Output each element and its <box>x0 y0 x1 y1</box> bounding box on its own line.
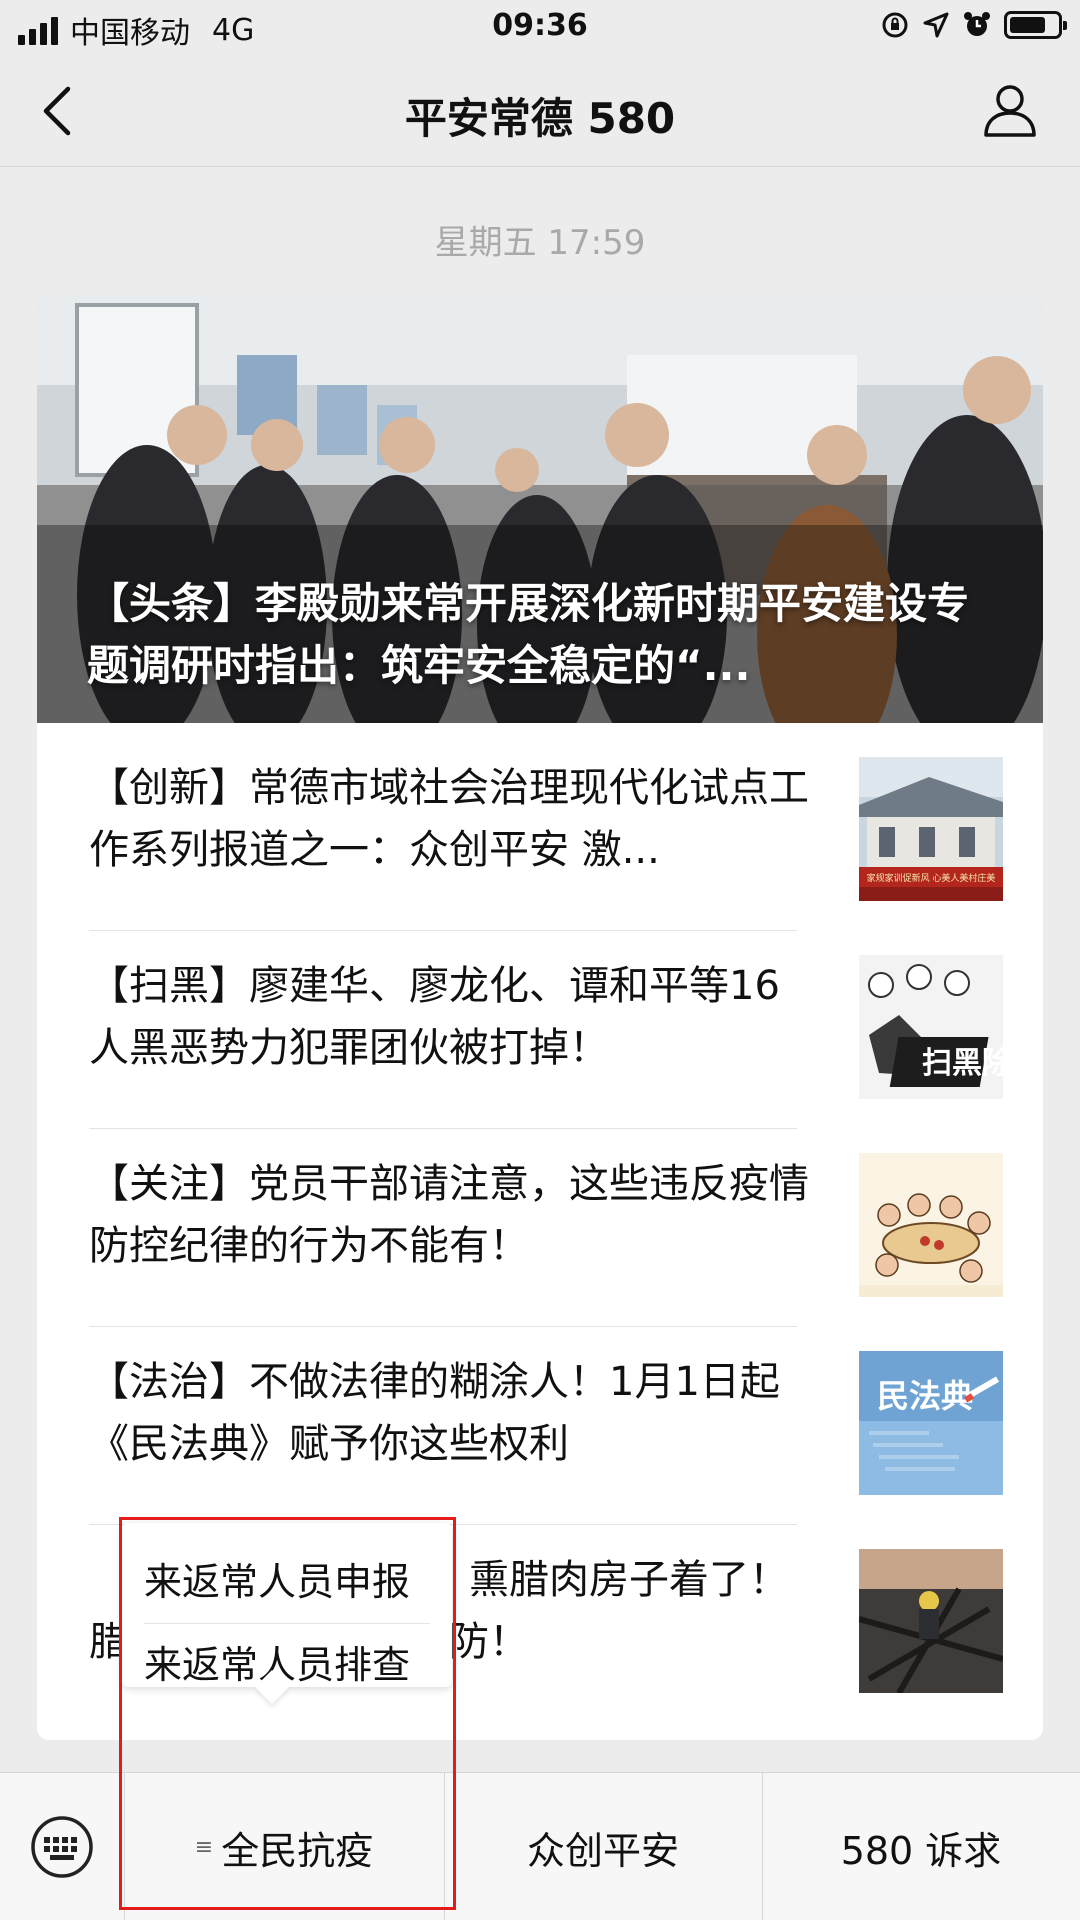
status-bar: 中国移动 4G 09:36 <box>0 0 1080 55</box>
headline-title: 【头条】李殿勋来常开展深化新时期平安建设专题调研时指出：筑牢安全稳定的“... <box>87 579 970 690</box>
article-title: 【创新】常德市域社会治理现代化试点工作系列报道之一：众创平安 激... <box>89 765 809 873</box>
article-item-2[interactable]: 【扫黑】廖建华、廖龙化、谭和平等16人黑恶势力犯罪团伙被打掉！ 扫黑除 <box>89 955 1003 1151</box>
article-thumbnail: 扫黑除 <box>859 955 1003 1099</box>
bottom-menu-bar: ≡ 全民抗疫 众创平安 580 诉求 <box>0 1772 1080 1920</box>
article-title: 【扫黑】廖建华、廖龙化、谭和平等16人黑恶势力犯罪团伙被打掉！ <box>89 963 780 1071</box>
svg-text:扫黑除: 扫黑除 <box>922 1046 1003 1081</box>
menu-button-label: 580 诉求 <box>840 1828 1002 1873</box>
article-thumbnail: 家规家训促新风 心美人美村庄美 <box>859 757 1003 901</box>
menu-button-safety[interactable]: 众创平安 <box>444 1773 762 1920</box>
article-thumbnail <box>859 1153 1003 1297</box>
nav-bar: 平安常德 580 <box>0 55 1080 167</box>
page-title: 平安常德 580 <box>404 94 676 143</box>
article-thumbnail: 民法典 <box>859 1351 1003 1495</box>
battery-icon <box>1004 11 1067 39</box>
svg-text:家规家训促新风 心美人美村庄美: 家规家训促新风 心美人美村庄美 <box>867 872 996 884</box>
rotation-lock-icon <box>882 12 908 38</box>
divider <box>89 930 797 931</box>
article-item-3[interactable]: 【关注】党员干部请注意，这些违反疫情防控纪律的行为不能有！ <box>89 1153 1003 1349</box>
article-thumbnail <box>859 1549 1003 1693</box>
menu-button-appeal[interactable]: 580 诉求 <box>762 1773 1080 1920</box>
battery-level <box>1010 17 1045 33</box>
submenu-item-declare[interactable]: 来返常人员申报 <box>122 1541 452 1623</box>
profile-icon[interactable] <box>982 81 1038 137</box>
submenu-indicator-icon: ≡ <box>194 1834 214 1860</box>
location-arrow-icon <box>923 12 949 38</box>
submenu-item-screening[interactable]: 来返常人员排查 <box>122 1624 452 1706</box>
divider <box>89 1128 797 1129</box>
article-title: 【法治】不做法律的糊涂人！1月1日起《民法典》赋予你这些权利 <box>89 1359 780 1467</box>
status-bar-right <box>880 10 1067 40</box>
alarm-clock-icon <box>964 12 990 36</box>
menu-button-anti-epidemic[interactable]: ≡ 全民抗疫 <box>124 1773 444 1920</box>
article-title: 【关注】党员干部请注意，这些违反疫情防控纪律的行为不能有！ <box>89 1161 809 1269</box>
headline-article[interactable]: 【头条】李殿勋来常开展深化新时期平安建设专题调研时指出：筑牢安全稳定的“... <box>37 295 1043 723</box>
divider <box>89 1326 797 1327</box>
message-timestamp: 星期五 17:59 <box>434 223 646 263</box>
svg-text:民法典: 民法典 <box>877 1377 973 1415</box>
menu-button-label: 众创平安 <box>526 1828 679 1873</box>
article-item-4[interactable]: 【法治】不做法律的糊涂人！1月1日起《民法典》赋予你这些权利 民法典 <box>89 1351 1003 1547</box>
submenu-popup: 来返常人员申报 来返常人员排查 <box>122 1523 452 1687</box>
article-item-1[interactable]: 【创新】常德市域社会治理现代化试点工作系列报道之一：众创平安 激... 家规家训… <box>89 757 1003 953</box>
menu-button-label: 全民抗疫 <box>221 1828 374 1873</box>
keyboard-icon[interactable] <box>30 1815 94 1879</box>
